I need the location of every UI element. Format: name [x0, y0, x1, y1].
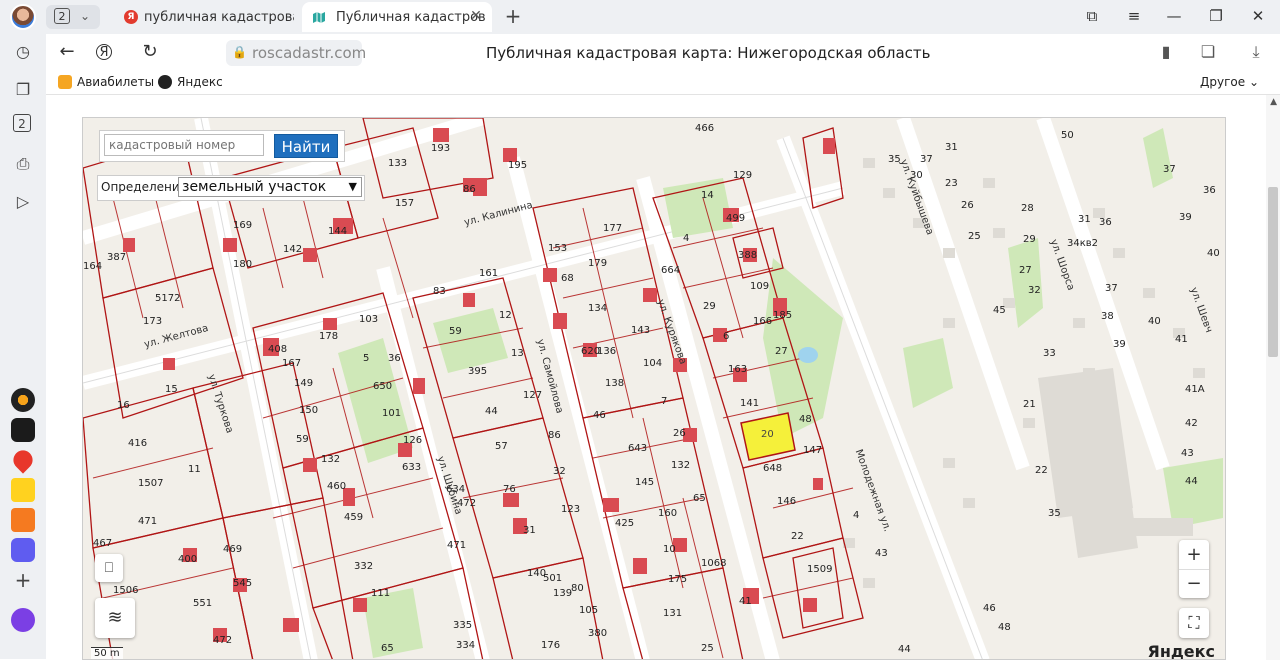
tab-count: 2	[54, 8, 70, 24]
building-layer	[843, 158, 1205, 588]
collections-icon[interactable]: ❐	[11, 78, 35, 102]
scroll-thumb[interactable]	[1268, 187, 1278, 357]
other-bookmarks[interactable]: Другое ⌄	[1200, 75, 1259, 89]
close-window-button[interactable]: ✕	[1246, 7, 1270, 25]
bookmark-label: Яндекс	[177, 75, 223, 89]
other-bookmarks-label: Другое	[1200, 75, 1246, 89]
yandex-favicon-icon: Я	[124, 10, 138, 24]
reload-icon[interactable]: ↻	[138, 42, 162, 62]
address-toolbar: ← Я ↻ 🔒 roscadastr.com Публичная кадастр…	[46, 34, 1280, 72]
tabs-count-icon[interactable]: 2	[13, 114, 31, 132]
search-panel: Найти	[99, 130, 345, 162]
layers-icon[interactable]: ≋	[95, 598, 135, 638]
restore-button[interactable]: ❐	[1204, 7, 1228, 25]
browser-tab-bar: 2 ⌄ Я публичная кадастровая к Публичная …	[0, 0, 1280, 34]
profile-avatar[interactable]	[10, 4, 36, 30]
app-sun-icon[interactable]	[11, 388, 35, 412]
alice-icon[interactable]	[11, 608, 35, 632]
app-market-icon[interactable]	[11, 478, 35, 502]
definition-panel: Определение: земельный участок ▼	[97, 175, 365, 201]
browser-sidebar: ◷ ❐ 2 ⎙ ▷ +	[0, 34, 46, 659]
page-title: Публичная кадастровая карта: Нижегородск…	[486, 44, 931, 62]
tab-count-button[interactable]: 2 ⌄	[46, 5, 100, 29]
bookmark-label: Авиабилеты	[77, 75, 155, 89]
app-messenger-icon[interactable]	[11, 538, 35, 562]
page-content: 20 14 499 388 109 185 166 27 6 163 141 48 147 648 146…	[46, 94, 1280, 660]
collections-icon[interactable]: ⧉	[1080, 7, 1104, 25]
lock-icon: 🔒	[232, 45, 247, 59]
zoom-control: + −	[1179, 540, 1209, 598]
video-icon[interactable]: ▷	[11, 190, 35, 214]
selected-parcel-20	[740, 412, 796, 461]
address-bar[interactable]: 🔒 roscadastr.com	[226, 40, 366, 66]
bookmark-icon[interactable]: ▮	[1154, 42, 1178, 61]
app-mail-icon[interactable]	[11, 508, 35, 532]
find-button[interactable]: Найти	[274, 134, 338, 158]
menu-icon[interactable]: ≡	[1122, 7, 1146, 25]
chevron-down-icon: ▼	[348, 180, 357, 193]
tab-title: Публичная кадастрова	[336, 10, 486, 25]
ruler-icon[interactable]: ⎕	[95, 554, 123, 582]
app-camera-icon[interactable]	[11, 418, 35, 442]
yandex-logo: Яндекс	[1147, 642, 1216, 660]
screenshot-icon[interactable]: ⎙	[11, 152, 35, 176]
minimize-button[interactable]: —	[1162, 7, 1186, 25]
tab-active[interactable]: Публичная кадастрова ✕	[302, 2, 492, 32]
zoom-in-button[interactable]: +	[1179, 540, 1209, 570]
download-icon[interactable]: ⤓	[1244, 42, 1268, 62]
tab-inactive[interactable]: Я публичная кадастровая к	[110, 2, 300, 32]
add-app-icon[interactable]: +	[11, 568, 35, 592]
plane-icon	[58, 75, 72, 89]
back-arrow-icon[interactable]: ←	[55, 42, 79, 62]
cadastral-map[interactable]: 20 14 499 388 109 185 166 27 6 163 141 48 147 648 146…	[82, 117, 1226, 660]
collections-add-icon[interactable]: ❏	[1196, 42, 1220, 61]
fullscreen-icon[interactable]: ⛶	[1179, 608, 1209, 638]
bookmark-aviabilety[interactable]: Авиабилеты	[58, 75, 154, 89]
chevron-down-icon: ⌄	[80, 9, 91, 23]
cadastral-number-input[interactable]	[104, 134, 264, 156]
tab-title: публичная кадастровая к	[144, 10, 294, 25]
parcel-subdivisions	[92, 187, 854, 659]
zoom-out-button[interactable]: −	[1179, 570, 1209, 598]
bookmarks-bar: Авиабилеты Яндекс Другое ⌄	[46, 72, 1280, 94]
definition-value: земельный участок	[182, 179, 327, 195]
pond	[798, 347, 818, 363]
yandex-home-icon[interactable]: Я	[96, 44, 112, 60]
map-scale: 50 m	[91, 647, 123, 659]
scroll-up-icon[interactable]: ▲	[1270, 97, 1277, 107]
history-icon[interactable]: ◷	[11, 40, 35, 64]
url-text: roscadastr.com	[252, 44, 367, 62]
map-favicon-icon	[313, 12, 325, 23]
close-tab-icon[interactable]: ✕	[468, 8, 484, 24]
definition-select[interactable]: земельный участок ▼	[178, 177, 362, 197]
app-maps-pin-icon[interactable]	[9, 446, 37, 474]
bookmark-yandex[interactable]: Яндекс	[158, 75, 223, 89]
yandex-icon	[158, 75, 172, 89]
page-scrollbar[interactable]: ▲	[1266, 95, 1280, 660]
chevron-down-icon: ⌄	[1248, 75, 1260, 89]
new-tab-button[interactable]: +	[502, 6, 524, 26]
